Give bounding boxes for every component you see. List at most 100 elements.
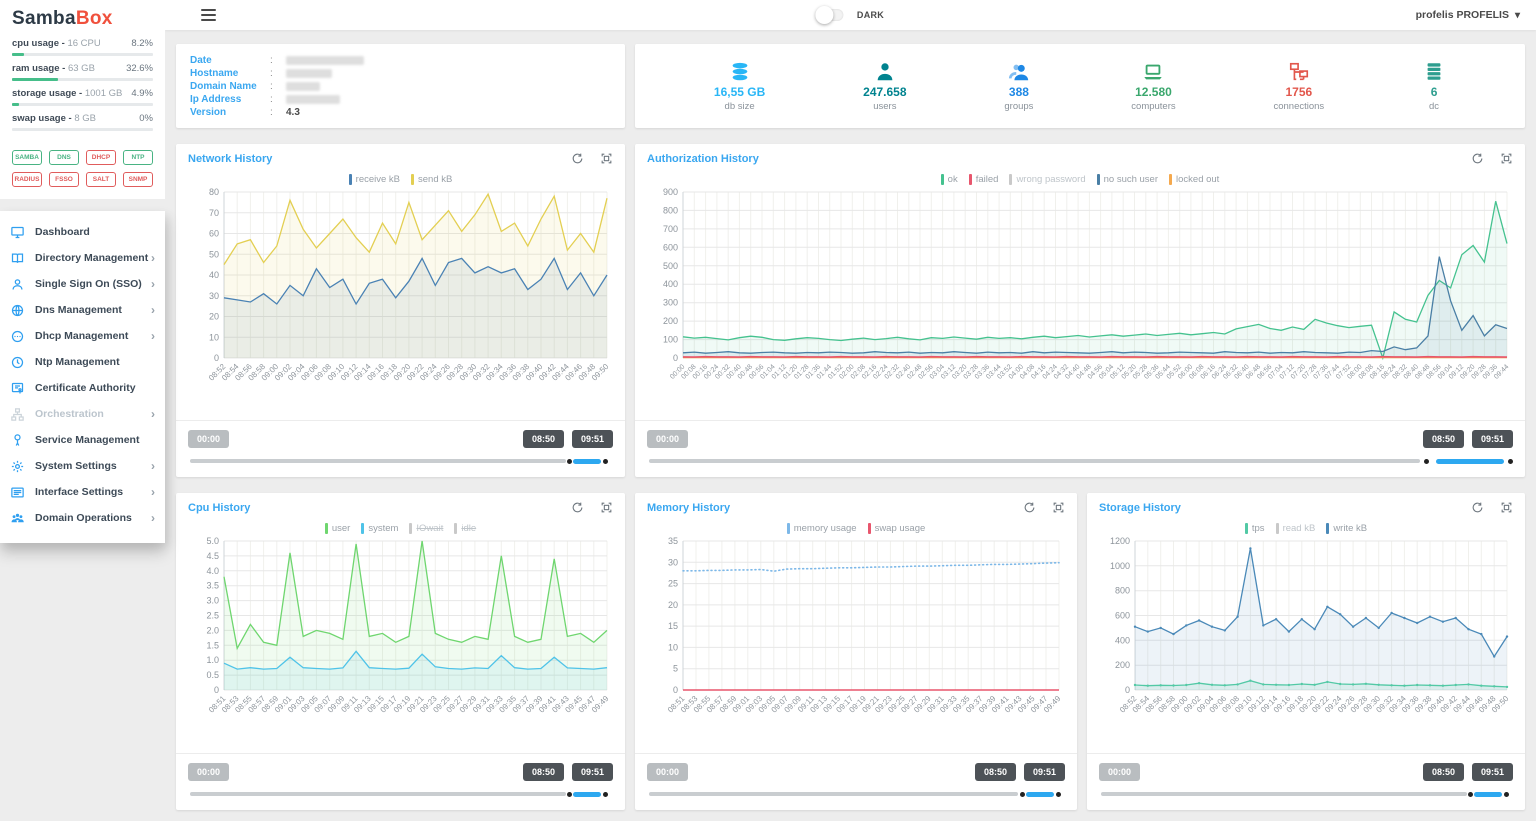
interface-settings-icon xyxy=(10,485,25,500)
sidebar-item-ntp-management[interactable]: Ntp Management xyxy=(0,349,165,375)
slider-track[interactable] xyxy=(190,457,611,465)
sidebar-item-system-settings[interactable]: System Settings › xyxy=(0,453,165,479)
svg-text:3.5: 3.5 xyxy=(206,581,219,591)
storage-chart[interactable]: 02004006008001000120008:5208:5408:5608:5… xyxy=(1099,536,1513,736)
refresh-icon[interactable] xyxy=(571,501,584,514)
chart-title: Storage History xyxy=(1099,502,1181,514)
network-chart[interactable]: 0102030405060708008:5208:5408:5608:5809:… xyxy=(188,187,613,404)
usage-label: storage usage - 1001 GB xyxy=(12,88,122,99)
slider-handle[interactable] xyxy=(603,459,608,464)
sidebar-item-orchestration[interactable]: Orchestration › xyxy=(0,401,165,427)
app-logo[interactable]: SambaBox xyxy=(12,8,153,30)
svg-text:900: 900 xyxy=(663,187,678,197)
stat-dc: 6 dc xyxy=(1422,61,1446,112)
slider-from-badge: 08:50 xyxy=(1423,430,1464,448)
legend-item[interactable]: swap usage xyxy=(868,523,926,534)
chart-title: Memory History xyxy=(647,502,730,514)
legend-item[interactable]: write kB xyxy=(1326,523,1367,534)
sidebar-item-sso[interactable]: Single Sign On (SSO) › xyxy=(0,271,165,297)
sidebar-item-label: Interface Settings xyxy=(35,486,123,498)
badge-ntp[interactable]: NTP xyxy=(123,150,153,165)
legend-item[interactable]: send kB xyxy=(411,174,452,185)
stat-label: connections xyxy=(1273,101,1324,112)
badge-dns[interactable]: DNS xyxy=(49,150,79,165)
legend-item[interactable]: receive kB xyxy=(349,174,400,185)
badge-salt[interactable]: SALT xyxy=(86,172,116,187)
refresh-icon[interactable] xyxy=(1471,501,1484,514)
authorization-history-card: Authorization History okfailedwrong pass… xyxy=(635,144,1525,477)
fullscreen-icon[interactable] xyxy=(600,152,613,165)
slider-handle[interactable] xyxy=(1504,792,1509,797)
dark-mode-toggle[interactable] xyxy=(817,9,843,21)
sidebar-item-directory-management[interactable]: Directory Management › xyxy=(0,245,165,271)
chart-legend: receive kB send kB xyxy=(188,174,613,185)
slider-track[interactable] xyxy=(190,790,611,798)
authorization-chart[interactable]: 010020030040050060070080090000:0000:0800… xyxy=(647,187,1513,404)
info-row-ip-address: Ip Address : xyxy=(190,93,611,106)
slider-track[interactable] xyxy=(649,790,1063,798)
usage-percent: 4.9% xyxy=(131,88,153,99)
slider-handle[interactable] xyxy=(1056,792,1061,797)
legend-item[interactable]: wrong password xyxy=(1009,174,1085,185)
refresh-icon[interactable] xyxy=(1471,152,1484,165)
badge-fsso[interactable]: FSSO xyxy=(49,172,79,187)
legend-item[interactable]: failed xyxy=(969,174,999,185)
sidebar-item-dns-management[interactable]: Dns Management › xyxy=(0,297,165,323)
slider-handle[interactable] xyxy=(1424,459,1429,464)
svg-text:600: 600 xyxy=(1115,611,1130,621)
chart-svg: 010020030040050060070080090000:0000:0800… xyxy=(647,187,1513,404)
badge-radius[interactable]: RADIUS xyxy=(12,172,42,187)
legend-item[interactable]: user xyxy=(325,523,350,534)
memory-chart[interactable]: 0510152025303508:5108:5308:5508:5708:590… xyxy=(647,536,1065,736)
fullscreen-icon[interactable] xyxy=(1500,501,1513,514)
legend-item[interactable]: no such user xyxy=(1097,174,1158,185)
legend-item[interactable]: IOwait xyxy=(409,523,443,534)
svg-text:500: 500 xyxy=(663,261,678,271)
badge-dhcp[interactable]: DHCP xyxy=(86,150,116,165)
sidebar-item-label: Ntp Management xyxy=(35,356,120,368)
cpu-chart[interactable]: 00.51.01.52.02.53.03.54.04.55.008:5108:5… xyxy=(188,536,613,736)
time-range-slider: 00:0008:5009:51 xyxy=(647,754,1065,798)
dns-icon xyxy=(10,303,25,318)
slider-min-badge: 00:00 xyxy=(1099,763,1140,781)
legend-item[interactable]: locked out xyxy=(1169,174,1219,185)
legend-item[interactable]: read kB xyxy=(1276,523,1316,534)
sidebar-item-dashboard[interactable]: Dashboard xyxy=(0,219,165,245)
legend-item[interactable]: system xyxy=(361,523,398,534)
hamburger-menu-icon[interactable] xyxy=(201,9,216,22)
svg-text:15: 15 xyxy=(668,621,678,631)
refresh-icon[interactable] xyxy=(571,152,584,165)
slider-handle[interactable] xyxy=(1468,792,1473,797)
chart-svg: 0510152025303508:5108:5308:5508:5708:590… xyxy=(647,536,1065,736)
badge-samba[interactable]: SAMBA xyxy=(12,150,42,165)
legend-item[interactable]: idle xyxy=(454,523,476,534)
info-label: Ip Address xyxy=(190,93,270,106)
legend-item[interactable]: ok xyxy=(941,174,958,185)
slider-track[interactable] xyxy=(1101,790,1511,798)
slider-track[interactable] xyxy=(649,457,1511,465)
sidebar-item-label: Dhcp Management xyxy=(35,330,128,342)
slider-handle[interactable] xyxy=(567,792,572,797)
slider-handle[interactable] xyxy=(1020,792,1025,797)
sidebar-item-certificate-authority[interactable]: Certificate Authority xyxy=(0,375,165,401)
slider-handle[interactable] xyxy=(567,459,572,464)
svg-text:30: 30 xyxy=(668,557,678,567)
sidebar-item-dhcp-management[interactable]: Dhcp Management › xyxy=(0,323,165,349)
memory-history-card: Memory History memory usage swap usage 05… xyxy=(635,493,1077,810)
profile-menu[interactable]: profelis PROFELIS ▾ xyxy=(1416,9,1520,21)
fullscreen-icon[interactable] xyxy=(1052,501,1065,514)
slider-handle[interactable] xyxy=(1508,459,1513,464)
slider-handle[interactable] xyxy=(603,792,608,797)
fullscreen-icon[interactable] xyxy=(600,501,613,514)
legend-item[interactable]: tps xyxy=(1245,523,1265,534)
refresh-icon[interactable] xyxy=(1023,501,1036,514)
sidebar-item-interface-settings[interactable]: Interface Settings › xyxy=(0,479,165,505)
legend-item[interactable]: memory usage xyxy=(787,523,857,534)
usage-label: cpu usage - 16 CPU xyxy=(12,38,101,49)
fullscreen-icon[interactable] xyxy=(1500,152,1513,165)
sidebar-item-service-management[interactable]: Service Management xyxy=(0,427,165,453)
sidebar-item-domain-operations[interactable]: Domain Operations › xyxy=(0,505,165,531)
stat-connections: 1756 connections xyxy=(1273,61,1324,112)
badge-snmp[interactable]: SNMP xyxy=(123,172,153,187)
stat-value: 16,55 GB xyxy=(714,85,765,99)
